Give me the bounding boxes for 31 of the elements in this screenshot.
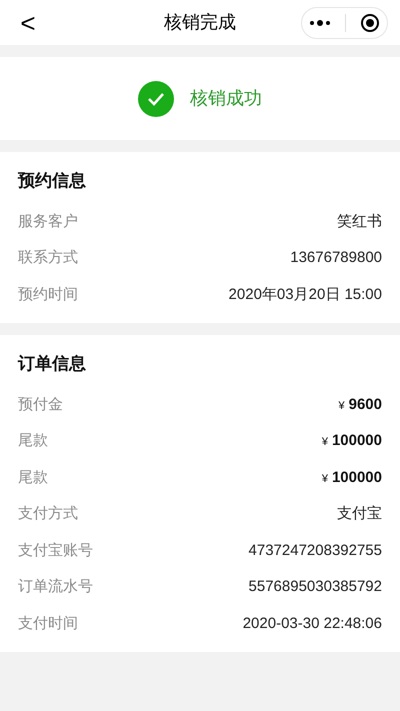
amount-number: 100000: [332, 468, 382, 488]
row-value: 4737247208392755: [248, 540, 382, 560]
target-icon[interactable]: [360, 12, 380, 32]
currency-symbol: ¥: [322, 435, 328, 450]
row-label: 尾款: [18, 468, 48, 488]
row-label: 尾款: [18, 431, 48, 451]
row-label: 联系方式: [18, 248, 78, 268]
back-button[interactable]: <: [12, 10, 44, 36]
more-icon[interactable]: [309, 20, 331, 26]
row-label: 支付方式: [18, 504, 78, 524]
row-label: 订单流水号: [18, 577, 93, 597]
success-text: 核销成功: [190, 87, 262, 110]
page-title: 核销完成: [163, 11, 237, 34]
check-circle-icon: [138, 80, 174, 116]
section-title: 订单信息: [18, 353, 87, 375]
row-value: 2020年03月20日 15:00: [228, 284, 382, 304]
row-label: 预约时间: [18, 284, 78, 304]
row-value: 13676789800: [290, 248, 382, 268]
row-value: 支付宝: [337, 504, 382, 524]
row-label: 服务客户: [18, 212, 78, 232]
row-label: 预付金: [18, 394, 63, 414]
row-value: 2020-03-30 22:48:06: [242, 614, 382, 634]
row-label: 支付宝账号: [18, 540, 93, 560]
currency-symbol: ¥: [338, 398, 345, 414]
currency-symbol: ¥: [322, 472, 328, 486]
section-title: 预约信息: [18, 170, 87, 192]
row-value: 笑红书: [337, 212, 382, 232]
row-value: 5576895030385792: [248, 577, 382, 597]
amount-number: 9600: [348, 394, 382, 414]
amount-number: 100000: [332, 431, 382, 451]
row-label: 支付时间: [18, 614, 78, 634]
